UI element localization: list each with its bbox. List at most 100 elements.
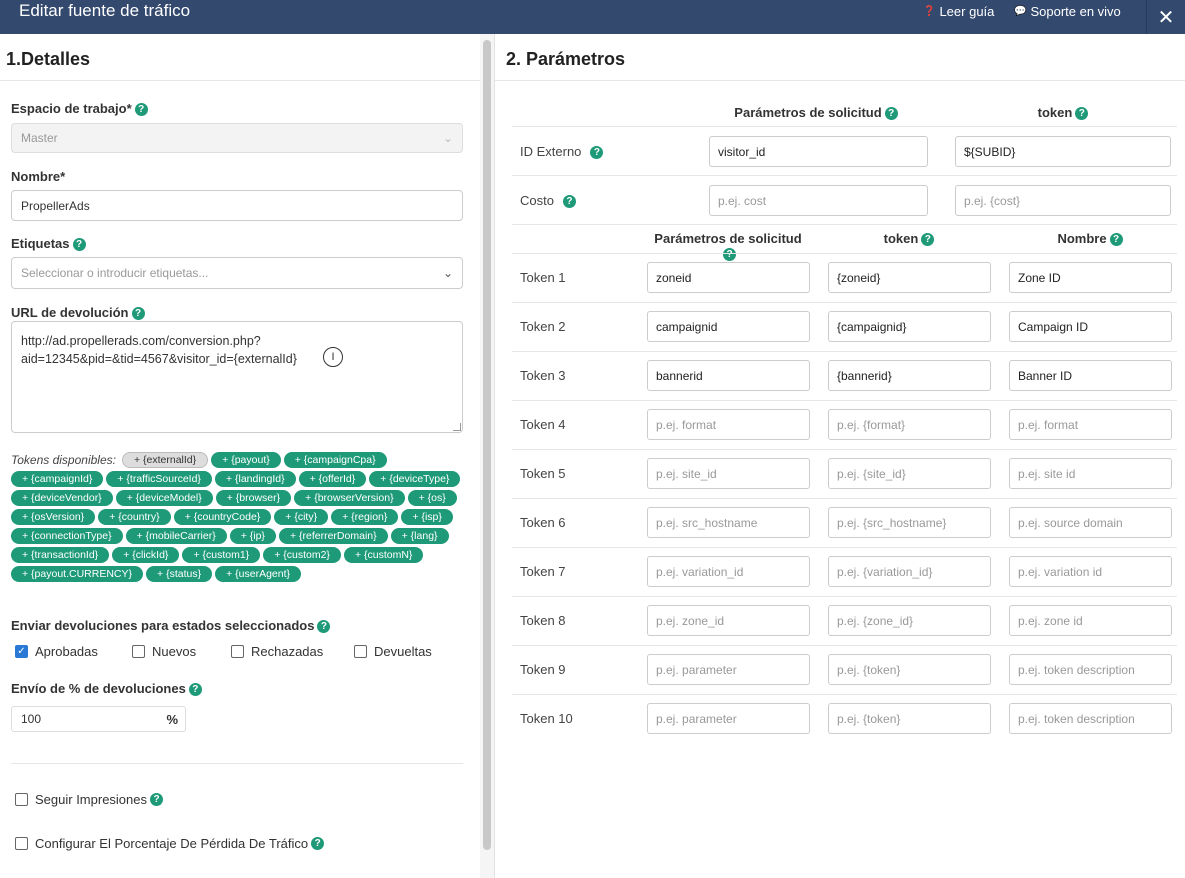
token-chip[interactable]: + {lang} — [390, 528, 449, 544]
token-request-param-input[interactable]: p.ej. format — [647, 409, 810, 440]
help-icon[interactable]: ? — [311, 837, 325, 850]
token-chip[interactable]: + {region} — [331, 509, 399, 525]
guide-link[interactable]: ❓ Leer guía — [923, 4, 994, 19]
traffic-loss-checkbox[interactable] — [15, 837, 28, 850]
track-impressions-option[interactable]: Seguir Impresiones ? — [15, 792, 163, 807]
status-option[interactable]: Rechazadas — [231, 644, 323, 659]
name-input[interactable]: PropellerAds — [11, 190, 463, 221]
token-chip[interactable]: + {deviceModel} — [115, 490, 213, 506]
token-request-param-input[interactable]: p.ej. parameter — [647, 703, 810, 734]
token-input[interactable]: ${SUBID} — [955, 136, 1171, 167]
token-value-input[interactable]: p.ej. {src_hostname} — [828, 507, 991, 538]
token-value-input[interactable]: p.ej. {token} — [828, 703, 991, 734]
token-chip[interactable]: + {connectionType} — [11, 528, 123, 544]
token-chip[interactable]: + {city} — [274, 509, 329, 525]
help-icon[interactable]: ? — [188, 683, 202, 697]
token-value-input[interactable]: p.ej. {token} — [828, 654, 991, 685]
token-value-input[interactable]: p.ej. {variation_id} — [828, 556, 991, 587]
help-icon[interactable]: ? — [134, 103, 148, 117]
status-option[interactable]: ✓ Aprobadas — [15, 644, 98, 659]
request-param-input[interactable]: visitor_id — [709, 136, 928, 167]
token-name-input[interactable]: p.ej. variation id — [1009, 556, 1172, 587]
token-name-input[interactable]: p.ej. zone id — [1009, 605, 1172, 636]
token-request-param-input[interactable]: p.ej. parameter — [647, 654, 810, 685]
token-chip[interactable]: + {payout.CURRENCY} — [11, 566, 144, 582]
token-chip[interactable]: + {customN} — [343, 547, 424, 563]
status-checkbox[interactable] — [354, 645, 367, 658]
status-checkbox[interactable]: ✓ — [15, 645, 28, 658]
token-chip[interactable]: + {isp} — [401, 509, 453, 525]
percent-input[interactable]: 100 % — [11, 706, 186, 732]
token-name-input[interactable]: p.ej. token description — [1009, 654, 1172, 685]
status-checkbox[interactable] — [231, 645, 244, 658]
token-request-param-input[interactable]: p.ej. zone_id — [647, 605, 810, 636]
token-request-param-input[interactable]: p.ej. site_id — [647, 458, 810, 489]
token-name-input[interactable]: p.ej. source domain — [1009, 507, 1172, 538]
token-request-param-input[interactable]: bannerid — [647, 360, 810, 391]
token-chip[interactable]: + {custom1} — [182, 547, 261, 563]
help-icon[interactable]: ? — [131, 307, 145, 321]
token-name-input[interactable]: Banner ID — [1009, 360, 1172, 391]
help-icon[interactable]: ? — [723, 248, 736, 262]
token-value-input[interactable]: p.ej. {format} — [828, 409, 991, 440]
token-chip[interactable]: + {custom2} — [263, 547, 341, 563]
help-icon[interactable]: ? — [72, 238, 86, 252]
help-icon[interactable]: ? — [590, 146, 604, 160]
token-name-input[interactable]: Zone ID — [1009, 262, 1172, 293]
token-value-input[interactable]: {bannerid} — [828, 360, 991, 391]
token-chip[interactable]: + {deviceType} — [369, 471, 461, 487]
token-name-input[interactable]: Campaign ID — [1009, 311, 1172, 342]
support-link[interactable]: 💬 Soporte en vivo — [1014, 4, 1121, 19]
close-button[interactable]: ✕ — [1146, 0, 1185, 34]
tags-select[interactable]: Seleccionar o introducir etiquetas... ⌄ — [11, 257, 463, 289]
token-chip[interactable]: + {os} — [407, 490, 457, 506]
postback-url-textarea[interactable]: http://ad.propellerads.com/conversion.ph… — [11, 321, 463, 433]
token-value-input[interactable]: {zoneid} — [828, 262, 991, 293]
token-request-param-input[interactable]: p.ej. src_hostname — [647, 507, 810, 538]
status-option[interactable]: Nuevos — [132, 644, 196, 659]
token-chip[interactable]: + {browser} — [215, 490, 292, 506]
token-chip[interactable]: + {landingId} — [214, 471, 296, 487]
help-icon[interactable]: ? — [562, 195, 576, 209]
token-chip[interactable]: + {referrerDomain} — [278, 528, 388, 544]
token-chip[interactable]: + {externalId} — [121, 452, 209, 468]
request-param-input[interactable]: p.ej. cost — [709, 185, 928, 216]
token-chip[interactable]: + {userAgent} — [215, 566, 302, 582]
token-chip[interactable]: + {transactionId} — [11, 547, 110, 563]
token-name-input[interactable]: p.ej. token description — [1009, 703, 1172, 734]
token-chip[interactable]: + {status} — [146, 566, 213, 582]
token-chip[interactable]: + {country} — [98, 509, 171, 525]
token-request-param-input[interactable]: p.ej. variation_id — [647, 556, 810, 587]
status-checkbox[interactable] — [132, 645, 145, 658]
token-request-param-input[interactable]: zoneid — [647, 262, 810, 293]
token-chip[interactable]: + {ip} — [229, 528, 276, 544]
token-chip[interactable]: + {countryCode} — [173, 509, 272, 525]
token-chip[interactable]: + {payout} — [211, 452, 281, 468]
scrollbar-thumb[interactable] — [483, 40, 491, 850]
help-icon[interactable]: ? — [150, 793, 163, 806]
token-chip[interactable]: + {campaignCpa} — [283, 452, 387, 468]
token-value-input[interactable]: p.ej. {zone_id} — [828, 605, 991, 636]
token-chip[interactable]: + {mobileCarrier} — [125, 528, 227, 544]
track-impressions-checkbox[interactable] — [15, 793, 28, 806]
help-icon[interactable]: ? — [884, 107, 898, 121]
token-value-input[interactable]: {campaignid} — [828, 311, 991, 342]
help-icon[interactable]: ? — [1075, 107, 1089, 121]
token-chip[interactable]: + {browserVersion} — [294, 490, 405, 506]
token-chip[interactable]: + {campaignId} — [11, 471, 104, 487]
token-chip[interactable]: + {clickId} — [112, 547, 180, 563]
token-name-input[interactable]: p.ej. site id — [1009, 458, 1172, 489]
help-icon[interactable]: ? — [317, 620, 331, 634]
token-chip[interactable]: + {offerId} — [298, 471, 367, 487]
token-chip[interactable]: + {deviceVendor} — [11, 490, 113, 506]
token-chip[interactable]: + {trafficSourceId} — [106, 471, 212, 487]
resize-handle[interactable] — [453, 423, 461, 431]
token-name-input[interactable]: p.ej. format — [1009, 409, 1172, 440]
token-request-param-input[interactable]: campaignid — [647, 311, 810, 342]
token-chip[interactable]: + {osVersion} — [11, 509, 96, 525]
status-option[interactable]: Devueltas — [354, 644, 432, 659]
token-value-input[interactable]: p.ej. {site_id} — [828, 458, 991, 489]
help-icon[interactable]: ? — [921, 233, 935, 247]
help-icon[interactable]: ? — [1109, 233, 1123, 247]
token-input[interactable]: p.ej. {cost} — [955, 185, 1171, 216]
